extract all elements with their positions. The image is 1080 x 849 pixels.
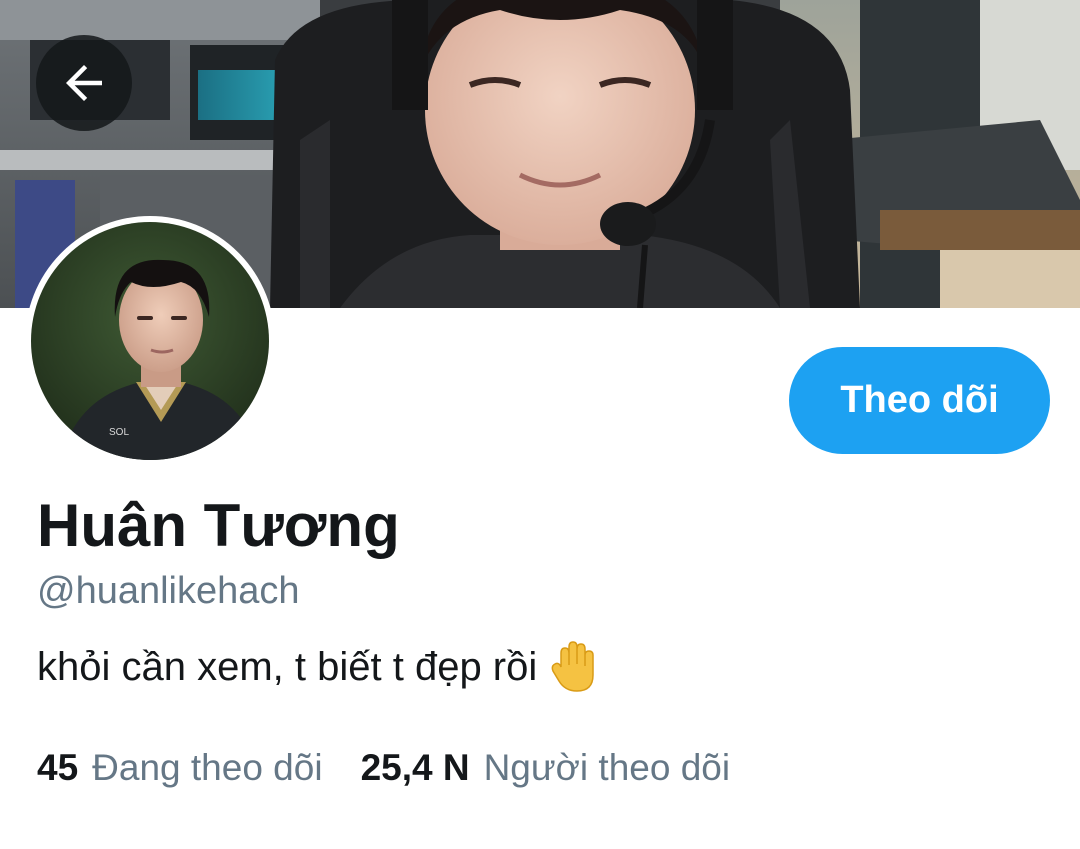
follow-button[interactable]: Theo dõi <box>789 347 1050 454</box>
arrow-left-icon <box>66 65 102 101</box>
profile-display-name: Huân Tương <box>37 492 400 559</box>
avatar-photo: SOL <box>31 222 269 460</box>
profile-bio: khỏi cần xem, t biết t đẹp rồi <box>37 640 599 694</box>
following-count: 45 <box>37 747 79 788</box>
profile-avatar[interactable]: SOL <box>25 216 275 466</box>
following-label: Đang theo dõi <box>92 747 323 788</box>
bio-text: khỏi cần xem, t biết t đẹp rồi <box>37 645 538 689</box>
svg-text:SOL: SOL <box>109 427 129 438</box>
followers-count: 25,4 N <box>360 747 470 788</box>
following-stat[interactable]: 45 Đang theo dõi <box>37 744 323 792</box>
profile-page: SOL Theo dõi Huân Tương @huanlikehach kh… <box>0 0 1080 849</box>
profile-handle: @huanlikehach <box>37 570 300 612</box>
followers-stat[interactable]: 25,4 N Người theo dõi <box>361 744 731 792</box>
raised-hand-icon <box>551 641 595 692</box>
followers-label: Người theo dõi <box>483 747 731 788</box>
back-button[interactable] <box>36 35 132 131</box>
profile-stats: 45 Đang theo dõi 25,4 N Người theo dõi <box>37 744 730 792</box>
